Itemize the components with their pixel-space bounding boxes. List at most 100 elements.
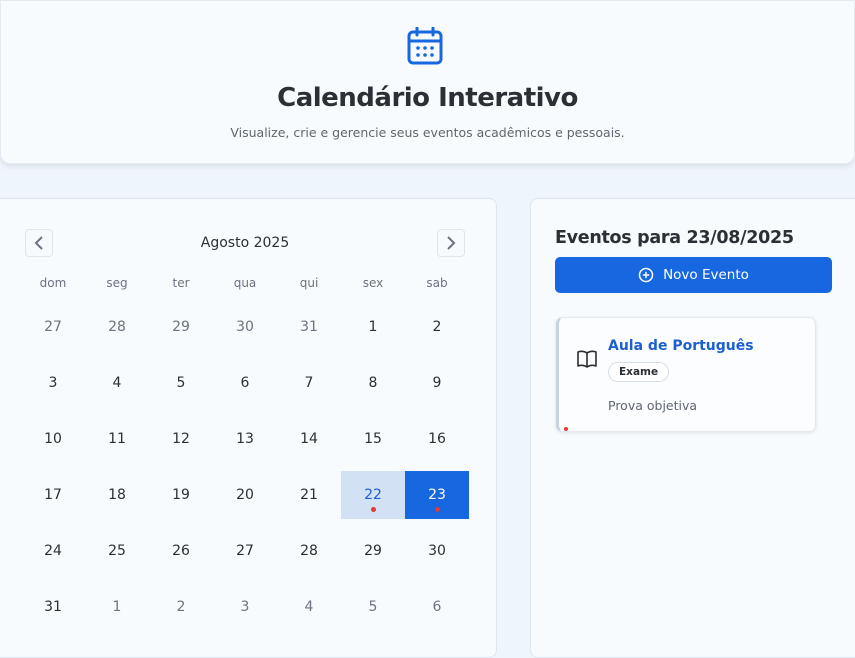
day-number: 12 [172,431,190,447]
event-dot [371,507,376,512]
day-number: 10 [44,431,62,447]
day-number: 1 [368,319,378,335]
day-number: 6 [240,375,250,391]
calendar-day[interactable]: 27 [213,527,277,575]
weekday-header: dom seg ter qua qui sex sab [21,276,469,290]
day-number: 5 [176,375,186,391]
page-title: Calendário Interativo [277,83,578,113]
event-dot [435,507,440,512]
page-header: Calendário Interativo Visualize, crie e … [0,0,855,164]
calendar-day[interactable]: 14 [277,415,341,463]
plus-circle-icon [638,267,654,283]
calendar-day[interactable]: 3 [21,359,85,407]
calendar-day[interactable]: 6 [213,359,277,407]
day-number: 11 [108,431,126,447]
calendar-day[interactable]: 11 [85,415,149,463]
day-number: 27 [44,319,62,335]
day-number: 8 [368,375,378,391]
calendar-day[interactable]: 12 [149,415,213,463]
new-event-label: Novo Evento [663,267,749,283]
calendar-day[interactable]: 31 [277,303,341,351]
calendar-day[interactable]: 19 [149,471,213,519]
event-tag-badge: Exame [608,362,670,382]
day-number: 1 [112,599,122,615]
calendar-day[interactable]: 7 [277,359,341,407]
book-open-icon [577,350,597,368]
calendar-day[interactable]: 4 [277,583,341,631]
chevron-right-icon [447,236,456,250]
calendar-day[interactable]: 15 [341,415,405,463]
day-number: 25 [108,543,126,559]
day-number: 29 [172,319,190,335]
day-number: 18 [108,487,126,503]
next-month-button[interactable] [437,229,465,257]
new-event-button[interactable]: Novo Evento [555,257,832,293]
day-number: 28 [108,319,126,335]
calendar-day[interactable]: 28 [277,527,341,575]
day-number: 30 [428,543,446,559]
day-number: 2 [432,319,442,335]
calendar-day[interactable]: 20 [213,471,277,519]
calendar-day[interactable]: 5 [341,583,405,631]
weekday-label: dom [39,276,67,290]
day-number: 5 [368,599,378,615]
day-number: 29 [364,543,382,559]
weekday-label: sex [362,276,384,290]
day-number: 27 [236,543,254,559]
month-label: Agosto 2025 [200,235,290,251]
calendar-day[interactable]: 10 [21,415,85,463]
calendar-day[interactable]: 28 [85,303,149,351]
calendar-day[interactable]: 13 [213,415,277,463]
day-number: 30 [236,319,254,335]
calendar-day[interactable]: 9 [405,359,469,407]
day-number: 31 [44,599,62,615]
event-description: Prova objetiva [608,398,698,413]
calendar-icon [407,27,443,65]
day-number: 22 [364,487,382,503]
weekday-label: sab [426,276,448,290]
event-title[interactable]: Aula de Português [608,338,754,354]
event-card[interactable]: Aula de Português Exame Prova objetiva [556,317,816,432]
calendar-day-selected[interactable]: 23 [405,471,469,519]
calendar-day[interactable]: 30 [213,303,277,351]
calendar-day[interactable]: 2 [149,583,213,631]
day-number: 16 [428,431,446,447]
calendar-day[interactable]: 2 [405,303,469,351]
calendar-day-today[interactable]: 22 [341,471,405,519]
day-number: 4 [112,375,122,391]
calendar-day[interactable]: 31 [21,583,85,631]
calendar-day[interactable]: 29 [149,303,213,351]
calendar-day[interactable]: 6 [405,583,469,631]
calendar-day[interactable]: 30 [405,527,469,575]
day-number: 28 [300,543,318,559]
calendar-day[interactable]: 16 [405,415,469,463]
calendar-day[interactable]: 1 [341,303,405,351]
day-number: 19 [172,487,190,503]
day-number: 15 [364,431,382,447]
calendar-day[interactable]: 25 [85,527,149,575]
calendar-day[interactable]: 4 [85,359,149,407]
day-number: 26 [172,543,190,559]
day-number: 2 [176,599,186,615]
day-number: 17 [44,487,62,503]
calendar-day[interactable]: 24 [21,527,85,575]
day-number: 6 [432,599,442,615]
calendar-day[interactable]: 26 [149,527,213,575]
prev-month-button[interactable] [25,229,53,257]
calendar-day[interactable]: 27 [21,303,85,351]
day-number: 23 [428,487,446,503]
calendar-day[interactable]: 8 [341,359,405,407]
day-number: 21 [300,487,318,503]
calendar-day[interactable]: 1 [85,583,149,631]
event-marker-dot [564,427,568,431]
calendar-day[interactable]: 17 [21,471,85,519]
calendar-day[interactable]: 3 [213,583,277,631]
calendar-day[interactable]: 18 [85,471,149,519]
chevron-left-icon [34,236,43,250]
calendar-day[interactable]: 29 [341,527,405,575]
day-number: 3 [240,599,250,615]
calendar-day[interactable]: 21 [277,471,341,519]
page-subtitle: Visualize, crie e gerencie seus eventos … [230,125,625,140]
weekday-label: qui [299,276,319,290]
calendar-day[interactable]: 5 [149,359,213,407]
